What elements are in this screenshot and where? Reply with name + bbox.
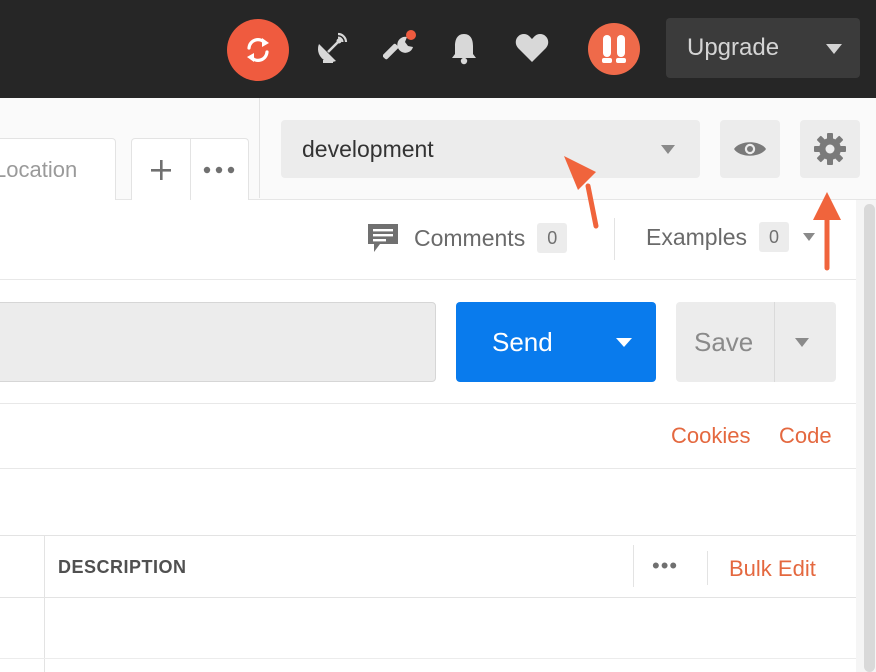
gear-icon [814, 133, 846, 165]
comment-icon [368, 224, 398, 252]
comments-label: Comments [414, 224, 526, 251]
column-divider [633, 545, 634, 587]
chevron-down-icon[interactable] [795, 338, 809, 347]
heart-icon [515, 34, 549, 62]
send-label: Send [492, 326, 553, 357]
column-divider [44, 536, 45, 672]
annotation-arrow-gear [813, 192, 841, 271]
environment-quick-look-button[interactable] [720, 120, 780, 178]
request-tab-label: Location [0, 156, 78, 182]
column-header-description: DESCRIPTION [58, 557, 187, 577]
user-avatar-button[interactable] [588, 23, 640, 75]
save-label: Save [694, 326, 754, 357]
notifications-button[interactable] [444, 26, 484, 70]
code-link[interactable]: Code [779, 423, 832, 449]
divider [0, 597, 856, 598]
cookies-link[interactable]: Cookies [671, 423, 750, 449]
save-button[interactable]: Save [676, 302, 836, 382]
examples-count-badge: 0 [758, 222, 789, 252]
sync-icon [247, 38, 269, 62]
divider [259, 98, 260, 198]
plus-icon [150, 159, 171, 180]
postman-window: Upgrade Location development Comments 0 … [0, 0, 876, 672]
sync-button[interactable] [227, 19, 289, 81]
environment-selected-value: development [302, 135, 434, 162]
upgrade-button[interactable]: Upgrade [666, 18, 860, 78]
divider [774, 302, 775, 382]
request-tab[interactable]: Location [0, 138, 116, 200]
chevron-down-icon[interactable] [616, 338, 632, 347]
divider [0, 403, 856, 404]
ellipsis-icon [204, 166, 235, 173]
table-more-button[interactable]: ••• [652, 555, 678, 577]
chevron-down-icon [661, 145, 675, 154]
comments-button[interactable]: Comments 0 [366, 222, 568, 254]
eye-icon [734, 142, 766, 156]
table-row [0, 658, 856, 659]
request-url-input[interactable] [0, 302, 436, 382]
more-tabs-button[interactable] [189, 139, 249, 200]
examples-button[interactable]: Examples 0 [646, 222, 815, 252]
examples-label: Examples [646, 223, 747, 250]
app-header: Upgrade [0, 0, 876, 98]
scrollbar-thumb[interactable] [864, 204, 875, 672]
tab-actions [131, 138, 249, 200]
user-avatar-icon [602, 35, 626, 63]
favorites-button[interactable] [512, 26, 552, 70]
bulk-edit-link[interactable]: Bulk Edit [729, 556, 816, 582]
divider [0, 468, 856, 469]
chevron-down-icon [826, 44, 842, 54]
wrench-icon [383, 30, 416, 60]
bell-icon [452, 34, 476, 65]
satellite-icon [318, 32, 348, 63]
request-meta-bar: Comments 0 Examples 0 [0, 200, 856, 280]
interceptor-button[interactable] [312, 26, 352, 70]
manage-environments-button[interactable] [800, 120, 860, 178]
environment-select[interactable]: development [281, 120, 700, 178]
new-tab-button[interactable] [132, 139, 190, 200]
divider [614, 218, 615, 260]
divider [0, 535, 856, 536]
column-divider [707, 551, 708, 585]
annotation-arrow-environment [564, 156, 599, 229]
upgrade-label: Upgrade [687, 34, 780, 61]
send-button[interactable]: Send [456, 302, 656, 382]
settings-wrench-button[interactable] [382, 26, 422, 70]
